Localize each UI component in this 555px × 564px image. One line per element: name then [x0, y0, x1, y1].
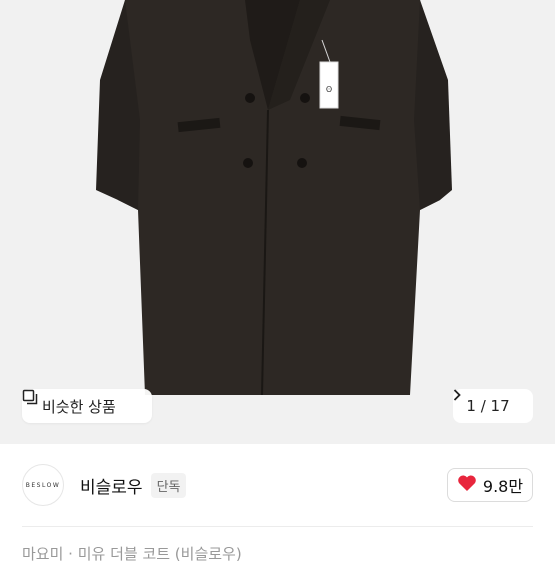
- product-title: 마요미 · 미유 더블 코트 (비슬로우): [22, 545, 242, 563]
- image-counter[interactable]: 1 / 17: [453, 389, 533, 423]
- coat-illustration: ʘ: [96, 0, 452, 396]
- exclusive-badge: 단독: [150, 472, 187, 498]
- seller-name[interactable]: 비슬로우: [80, 473, 143, 498]
- like-count: 9.8만: [482, 477, 524, 496]
- similar-items-label: 비슷한 상품: [42, 397, 116, 416]
- similar-items-button[interactable]: 비슷한 상품: [22, 389, 152, 423]
- product-image-carousel[interactable]: ʘ 비슷한 상품 1 / 17: [0, 0, 555, 444]
- like-button[interactable]: 9.8만: [447, 468, 533, 502]
- seller-row: BESLOW 비슬로우 단독 9.8만: [22, 463, 533, 507]
- image-counter-text: 1 / 17: [466, 397, 510, 415]
- seller-avatar-text: BESLOW: [25, 481, 61, 489]
- seller-avatar[interactable]: BESLOW: [22, 464, 64, 506]
- tag-brand-mark: ʘ: [326, 85, 332, 94]
- divider: [22, 526, 533, 527]
- heart-icon: [457, 474, 477, 496]
